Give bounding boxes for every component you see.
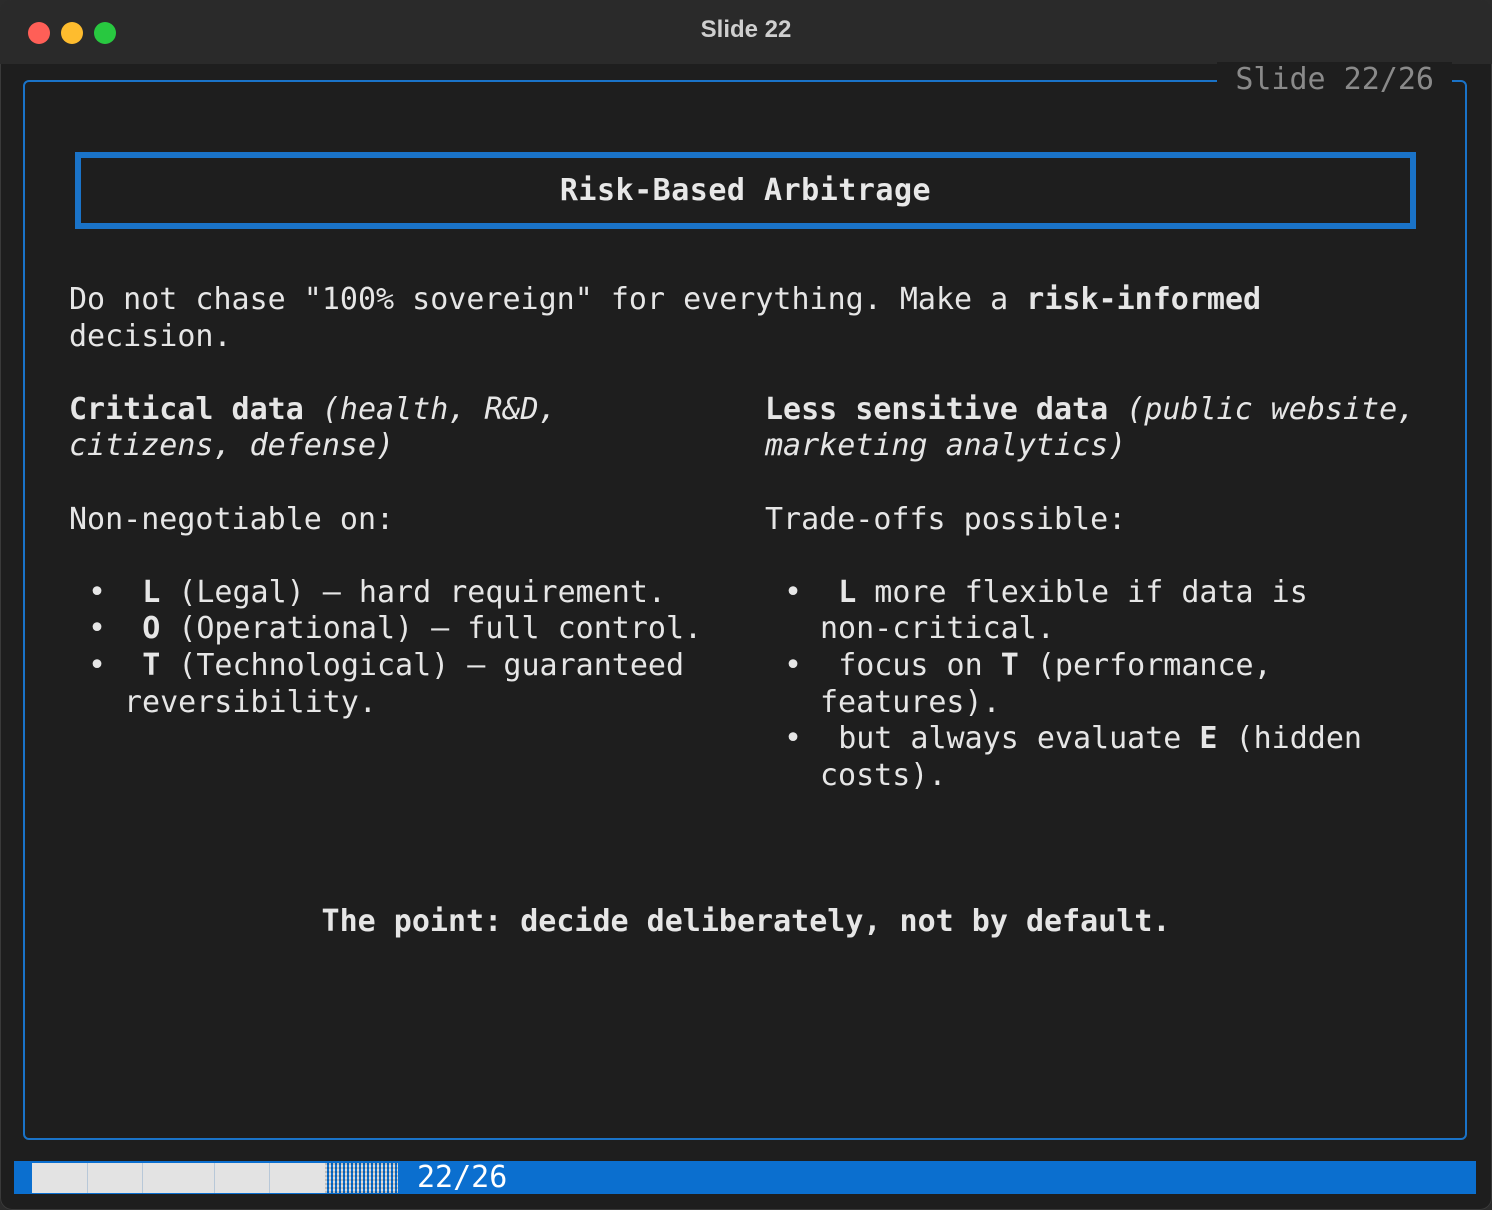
- window-title: Slide 22: [700, 16, 792, 43]
- bullet-key: O: [142, 611, 161, 646]
- right-heading-line-1: Less sensitive data (public website,: [765, 392, 1415, 429]
- slide-counter-label: Slide 22/26: [1217, 62, 1452, 98]
- bullet-pre: but always evaluate: [838, 721, 1200, 756]
- bullet-text: (hidden: [1217, 721, 1362, 756]
- bullet-text: (Operational) — full control.: [160, 611, 703, 646]
- left-heading-line-2: citizens, defense): [69, 428, 395, 463]
- intro-line-2: decision.: [69, 319, 232, 354]
- intro-line-1: Do not chase "100% sovereign" for everyt…: [69, 282, 1261, 319]
- right-heading-line-2: marketing analytics): [765, 428, 1127, 463]
- progress-segment: [269, 1163, 326, 1193]
- title-bar: Slide 22: [0, 0, 1492, 64]
- bullet-key: T: [1000, 648, 1019, 683]
- intro-bold-text: risk-informed: [1026, 282, 1262, 317]
- bullet-text: more flexible if data is: [856, 575, 1308, 610]
- left-heading-bold: Critical data: [69, 392, 304, 427]
- left-bullet-1: • L (Legal) — hard requirement.: [88, 575, 666, 610]
- left-bullet-2: • O (Operational) — full control.: [88, 611, 703, 646]
- left-bullet-3-cont: reversibility.: [124, 685, 377, 720]
- left-heading-line-1: Critical data (health, R&D,: [69, 392, 557, 429]
- left-lead: Non-negotiable on:: [69, 502, 395, 537]
- bullet-key: L: [142, 575, 161, 610]
- right-bullet-1: • L more flexible if data is: [784, 575, 1308, 610]
- bullet-text: (Legal) — hard requirement.: [160, 575, 666, 610]
- left-heading-italic: (health, R&D,: [303, 392, 557, 427]
- right-bullet-3: • but always evaluate E (hidden: [784, 721, 1362, 756]
- progress-text: 22/26: [417, 1160, 508, 1195]
- status-bar: 22/26: [14, 1160, 1476, 1195]
- bullet-key: E: [1199, 721, 1218, 756]
- progress-segment: [214, 1163, 270, 1193]
- bullet-pre: focus on: [838, 648, 1001, 683]
- left-bullet-3: • T (Technological) — guaranteed: [88, 648, 685, 683]
- progress-segment: [32, 1163, 87, 1193]
- conclusion: The point: decide deliberately, not by d…: [321, 904, 1171, 939]
- bullet-text: (Technological) — guaranteed: [160, 648, 685, 683]
- right-lead: Trade-offs possible:: [765, 502, 1127, 537]
- progress-partial-segment: [325, 1163, 398, 1193]
- right-bullet-2: • focus on T (performance,: [784, 648, 1272, 683]
- right-bullet-3-cont: costs).: [820, 758, 947, 793]
- bullet-key: L: [838, 575, 857, 610]
- right-heading-italic: (public website,: [1108, 392, 1416, 427]
- bullet-text: (performance,: [1018, 648, 1272, 683]
- bullet-key: T: [142, 648, 161, 683]
- right-bullet-2-cont: features).: [820, 685, 1001, 720]
- slide-title: Risk-Based Arbitrage: [559, 173, 932, 208]
- progress-segment: [142, 1163, 215, 1193]
- slide-title-box: Risk-Based Arbitrage: [75, 152, 1416, 229]
- right-heading-bold: Less sensitive data: [765, 392, 1109, 427]
- right-bullet-1-cont: non-critical.: [820, 611, 1055, 646]
- intro-text: Do not chase "100% sovereign" for everyt…: [69, 282, 1027, 317]
- progress-segment: [87, 1163, 143, 1193]
- app-window: Slide 22 Slide 22/26 Risk-Based Arbitrag…: [0, 0, 1492, 1210]
